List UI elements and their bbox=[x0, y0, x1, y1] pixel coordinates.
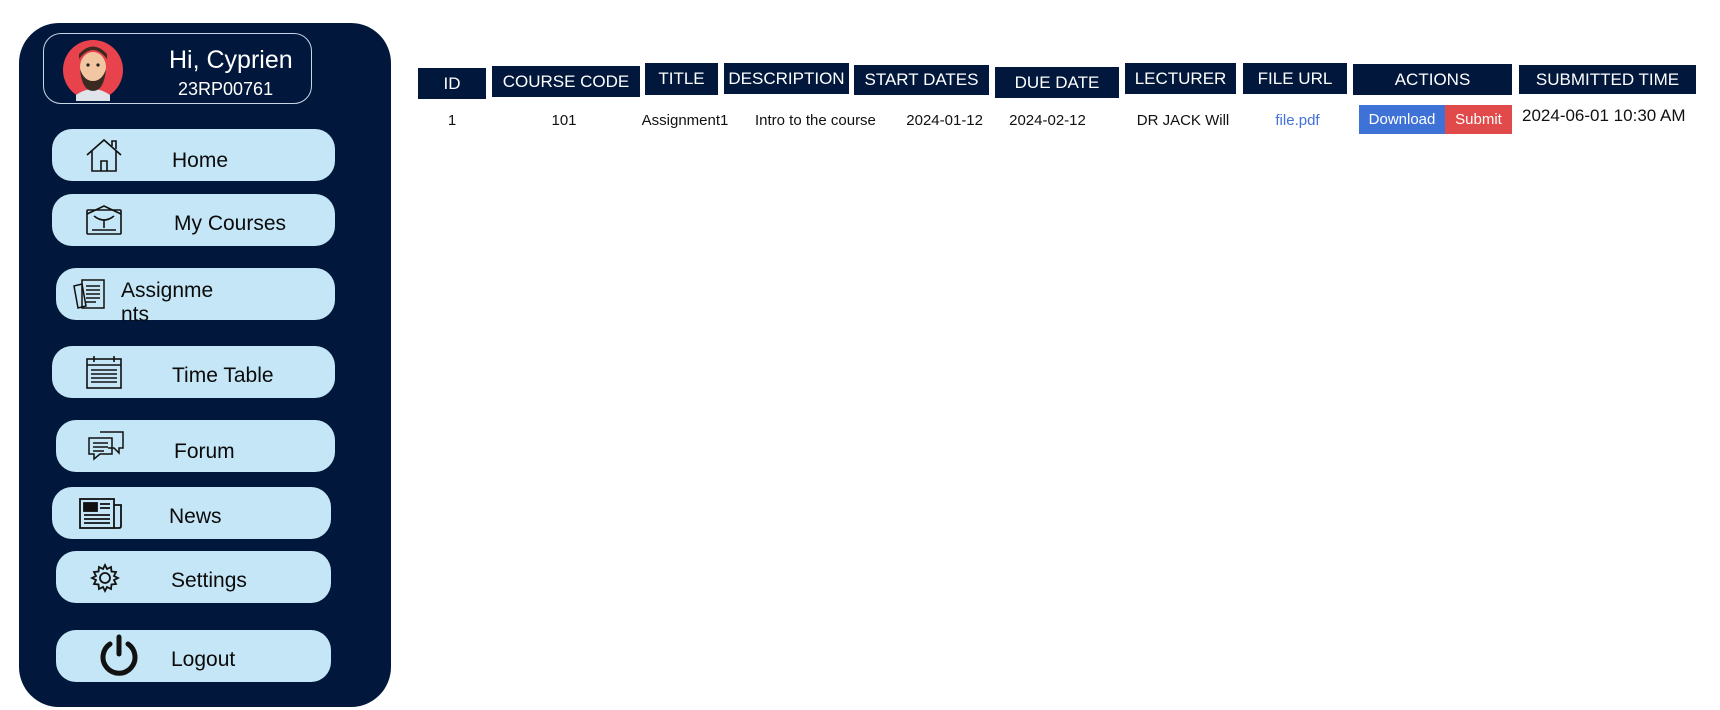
sidebar-item-label: My Courses bbox=[174, 212, 287, 235]
file-link[interactable]: file.pdf bbox=[1240, 112, 1355, 129]
chat-icon bbox=[88, 431, 124, 461]
assignments-icon bbox=[73, 279, 105, 309]
column-header-due-date: DUE DATE bbox=[995, 67, 1119, 98]
sidebar-item-assignments[interactable]: Assignme nts bbox=[56, 268, 335, 326]
sidebar-item-news[interactable]: News bbox=[52, 487, 331, 539]
sidebar-item-my-courses[interactable]: My Courses bbox=[52, 194, 335, 246]
home-icon bbox=[86, 138, 122, 172]
cell-id: 1 bbox=[447, 112, 457, 129]
sidebar-item-home[interactable]: Home bbox=[52, 129, 335, 181]
download-button[interactable]: Download bbox=[1359, 105, 1445, 134]
cell-due-date: 2024-02-12 bbox=[1009, 112, 1086, 129]
column-header-submitted-time: SUBMITTED TIME bbox=[1519, 65, 1696, 94]
column-header-lecturer: LECTURER bbox=[1125, 63, 1236, 94]
courses-icon bbox=[86, 205, 122, 235]
cell-start-date: 2024-01-12 bbox=[906, 112, 983, 129]
column-header-id: ID bbox=[418, 68, 486, 99]
column-header-actions: ACTIONS bbox=[1353, 64, 1512, 95]
cell-course-code: 101 bbox=[551, 112, 577, 129]
sidebar-item-label: Forum bbox=[174, 440, 235, 463]
sidebar-item-label: Settings bbox=[171, 569, 247, 592]
column-header-file-url: FILE URL bbox=[1243, 63, 1347, 94]
sidebar: Hi, Cyprien 23RP00761 Home My Courses As… bbox=[19, 23, 391, 707]
column-header-course-code: COURSE CODE bbox=[492, 66, 640, 97]
sidebar-item-settings[interactable]: Settings bbox=[56, 551, 331, 603]
sidebar-item-label: Time Table bbox=[172, 364, 274, 387]
calendar-icon bbox=[86, 356, 122, 389]
sidebar-item-label: Logout bbox=[171, 648, 236, 671]
sidebar-item-label: Assignme nts bbox=[121, 279, 214, 326]
column-header-start-dates: START DATES bbox=[854, 65, 989, 95]
profile-card: Hi, Cyprien 23RP00761 bbox=[43, 33, 312, 104]
sidebar-item-label: Home bbox=[172, 149, 229, 172]
sidebar-item-forum[interactable]: Forum bbox=[56, 420, 335, 472]
cell-lecturer: DR JACK Will bbox=[1136, 112, 1230, 129]
gear-icon bbox=[90, 563, 120, 593]
cell-description: Intro to the course bbox=[755, 112, 876, 129]
submit-button[interactable]: Submit bbox=[1445, 105, 1512, 134]
newspaper-icon bbox=[79, 498, 122, 529]
power-icon bbox=[100, 634, 138, 676]
sidebar-item-label: News bbox=[169, 505, 222, 528]
sidebar-item-logout[interactable]: Logout bbox=[56, 630, 331, 682]
greeting-text: Hi, Cyprien bbox=[169, 46, 293, 74]
cell-submitted-time: 2024-06-01 10:30 AM bbox=[1522, 106, 1686, 125]
avatar bbox=[63, 40, 123, 101]
column-header-description: DESCRIPTION bbox=[724, 63, 849, 94]
cell-title: Assignment1 bbox=[641, 112, 729, 129]
column-header-title: TITLE bbox=[645, 63, 718, 95]
student-id: 23RP00761 bbox=[178, 79, 274, 99]
sidebar-item-time-table[interactable]: Time Table bbox=[52, 346, 335, 398]
